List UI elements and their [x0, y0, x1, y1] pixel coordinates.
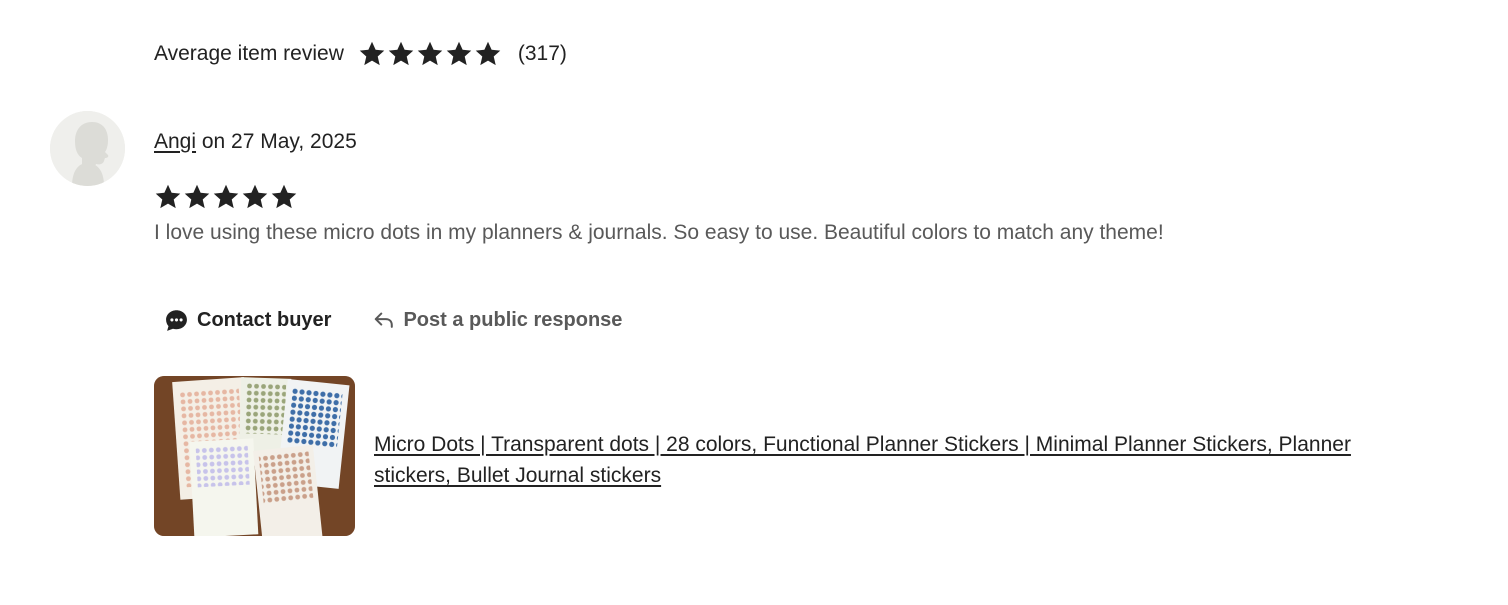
sticker-sheets-image [154, 376, 355, 536]
average-rating-stars [358, 40, 502, 68]
listing-title-link[interactable]: Micro Dots | Transparent dots | 28 color… [374, 429, 1404, 491]
review-text: I love using these micro dots in my plan… [154, 221, 1164, 244]
star-icon [183, 183, 211, 211]
star-icon [445, 40, 473, 68]
default-avatar-icon [50, 111, 125, 186]
star-icon [270, 183, 298, 211]
contact-buyer-button[interactable]: Contact buyer [164, 308, 331, 333]
star-icon [358, 40, 386, 68]
star-icon [474, 40, 502, 68]
review-date: on 27 May, 2025 [196, 130, 357, 153]
reply-arrow-icon [373, 309, 395, 331]
review-actions: Contact buyer Post a public response [164, 303, 622, 337]
review-rating-stars [154, 183, 298, 211]
star-icon [387, 40, 415, 68]
review-count: (317) [517, 42, 567, 65]
star-icon [241, 183, 269, 211]
average-review-summary: Average item review (317) [154, 38, 567, 70]
star-icon [416, 40, 444, 68]
contact-buyer-label: Contact buyer [197, 308, 332, 331]
avatar[interactable] [50, 111, 125, 186]
post-public-response-button[interactable]: Post a public response [373, 309, 622, 332]
reviewer-name-link[interactable]: Angi [154, 130, 196, 153]
listing-thumbnail[interactable] [154, 376, 355, 536]
average-review-label: Average item review [154, 42, 344, 65]
post-public-response-label: Post a public response [403, 308, 623, 331]
star-icon [154, 183, 182, 211]
star-icon [212, 183, 240, 211]
chat-bubble-icon [164, 308, 189, 333]
reviewer-line: Angi on 27 May, 2025 [154, 130, 357, 154]
